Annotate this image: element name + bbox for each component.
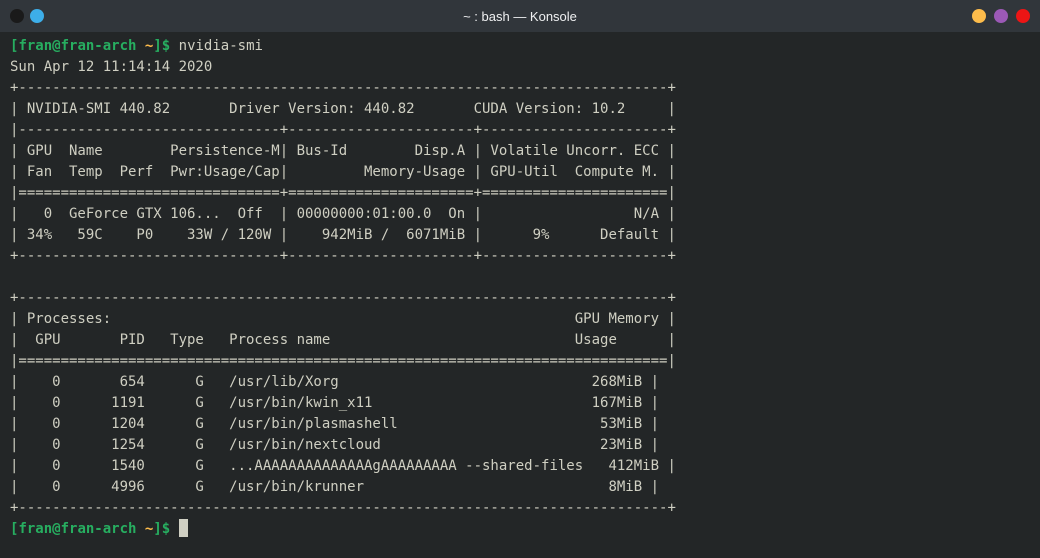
app-icon-dot [10,9,24,23]
output-col-headers-2: | Fan Temp Perf Pwr:Usage/Cap| Memory-Us… [10,164,676,180]
output-section-border: |-------------------------------+-------… [10,122,676,138]
output-proc-header-2: | GPU PID Type Process name Usage | [10,332,676,348]
close-button[interactable] [1016,9,1030,23]
window-controls [972,9,1030,23]
output-border: +---------------------------------------… [10,80,676,96]
app-icon-active [30,9,44,23]
output-eq-border: |===============================+=======… [10,185,676,201]
maximize-button[interactable] [994,9,1008,23]
terminal-cursor [179,519,188,537]
output-bottom-border: +-------------------------------+-------… [10,248,676,264]
window-title: ~ : bash — Konsole [463,9,577,24]
prompt-line-2: [fran@fran-arch ~]$ [10,521,170,537]
output-timestamp: Sun Apr 12 11:14:14 2020 [10,59,212,75]
output-gpu-row-1: | 0 GeForce GTX 106... Off | 00000000:01… [10,206,676,222]
output-proc-header-1: | Processes: GPU Memory | [10,311,676,327]
output-blank [10,269,676,285]
command-text: nvidia-smi [179,38,263,54]
minimize-button[interactable] [972,9,986,23]
output-proc-border-top: +---------------------------------------… [10,290,676,306]
output-col-headers-1: | GPU Name Persistence-M| Bus-Id Disp.A … [10,143,676,159]
output-proc-row-2: | 0 1191 G /usr/bin/kwin_x11 167MiB | [10,395,659,411]
output-proc-row-5: | 0 1540 G ...AAAAAAAAAAAAAAgAAAAAAAAA -… [10,458,676,474]
output-proc-row-1: | 0 654 G /usr/lib/Xorg 268MiB | [10,374,659,390]
output-proc-border-bottom: +---------------------------------------… [10,500,676,516]
output-proc-row-3: | 0 1204 G /usr/bin/plasmashell 53MiB | [10,416,659,432]
output-proc-eq-border: |=======================================… [10,353,676,369]
titlebar-left-icons [10,9,44,23]
prompt-line-1: [fran@fran-arch ~]$ [10,38,170,54]
titlebar: ~ : bash — Konsole [0,0,1040,32]
terminal-area[interactable]: [fran@fran-arch ~]$ nvidia-smi Sun Apr 1… [0,32,1040,558]
output-gpu-row-2: | 34% 59C P0 33W / 120W | 942MiB / 6071M… [10,227,676,243]
output-proc-row-6: | 0 4996 G /usr/bin/krunner 8MiB | [10,479,659,495]
output-proc-row-4: | 0 1254 G /usr/bin/nextcloud 23MiB | [10,437,659,453]
output-header: | NVIDIA-SMI 440.82 Driver Version: 440.… [10,101,676,117]
